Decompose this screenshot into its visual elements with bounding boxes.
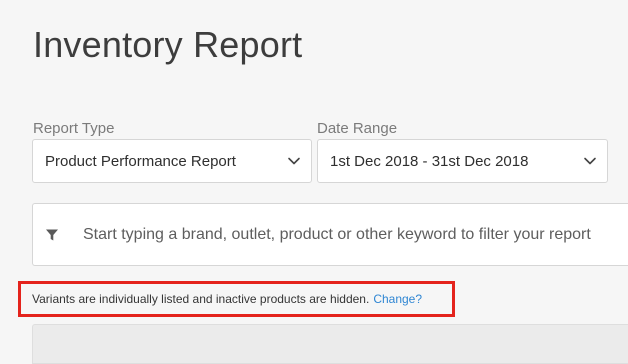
- filter-search-box[interactable]: [32, 203, 628, 266]
- chevron-down-icon: [583, 154, 597, 168]
- chevron-down-icon: [287, 154, 301, 168]
- page-title: Inventory Report: [33, 24, 303, 65]
- variants-notice-text: Variants are individually listed and ina…: [32, 292, 370, 306]
- filter-funnel-icon: [45, 228, 59, 242]
- report-type-label: Report Type: [33, 120, 115, 137]
- date-range-selected-value: 1st Dec 2018 - 31st Dec 2018: [330, 152, 529, 170]
- filter-search-input[interactable]: [83, 204, 628, 265]
- date-range-label: Date Range: [317, 120, 398, 137]
- date-range-select[interactable]: 1st Dec 2018 - 31st Dec 2018: [317, 139, 608, 183]
- report-type-select[interactable]: Product Performance Report: [32, 139, 312, 183]
- change-settings-link[interactable]: Change?: [373, 292, 422, 306]
- report-type-selected-value: Product Performance Report: [45, 152, 236, 170]
- report-results-panel: [32, 324, 628, 364]
- variants-notice: Variants are individually listed and ina…: [18, 281, 455, 317]
